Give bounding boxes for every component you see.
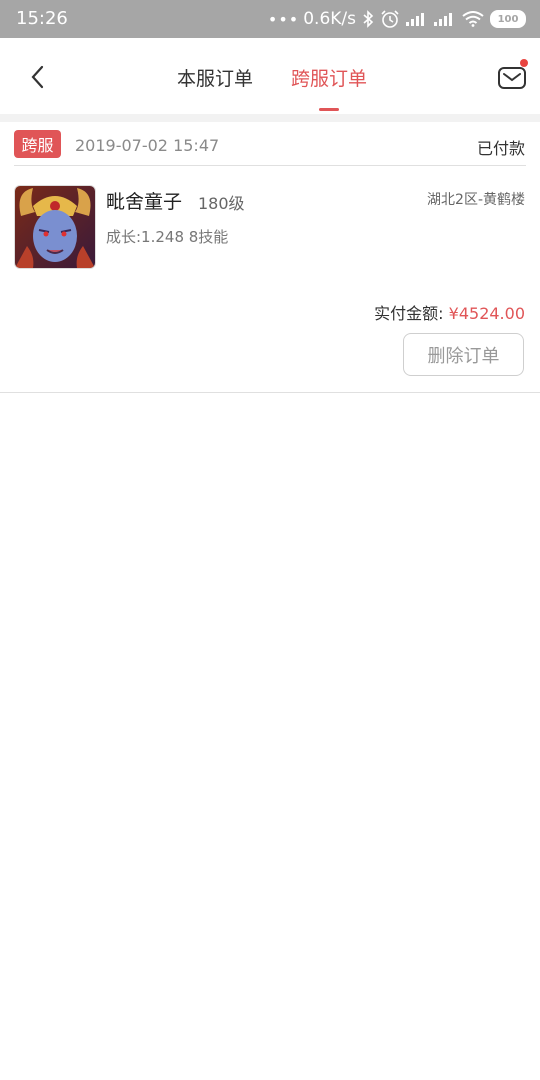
more-dots-icon: ••• xyxy=(267,9,300,29)
bluetooth-icon xyxy=(363,10,374,28)
paid-amount: ¥4524.00 xyxy=(448,304,525,323)
header-separator xyxy=(0,114,540,122)
mail-icon xyxy=(498,67,526,89)
unread-dot xyxy=(520,59,528,67)
signal-icon-2 xyxy=(434,13,452,26)
back-button[interactable] xyxy=(20,60,54,94)
signal-icon xyxy=(406,13,424,26)
message-button[interactable] xyxy=(497,63,527,93)
wifi-icon xyxy=(462,11,484,27)
chevron-left-icon xyxy=(31,65,44,89)
delete-order-button[interactable]: 删除订单 xyxy=(403,333,524,376)
character-name: 毗舍童子 xyxy=(106,191,183,213)
tab-local-orders[interactable]: 本服订单 xyxy=(177,64,253,91)
battery-icon: 100 xyxy=(490,10,526,28)
alarm-icon xyxy=(381,10,399,28)
cross-server-tag: 跨服 xyxy=(14,130,61,158)
order-divider xyxy=(14,165,526,166)
character-avatar xyxy=(14,185,96,269)
status-icons: ••• 0.6K/s 100 xyxy=(268,7,526,31)
order-status: 已付款 xyxy=(476,139,525,158)
order-card[interactable]: 跨服 2019-07-02 15:47 已付款 毗舍童子 180级 湖北2区-黄… xyxy=(0,122,540,393)
character-growth: 成长:1.248 8技能 xyxy=(106,228,229,246)
character-level: 180级 xyxy=(198,194,245,213)
paid-label: 实付金额: xyxy=(374,304,444,323)
header: 本服订单 跨服订单 xyxy=(0,38,540,114)
order-datetime: 2019-07-02 15:47 xyxy=(75,136,220,155)
server-name: 湖北2区-黄鹤楼 xyxy=(427,192,525,208)
paid-amount-row: 实付金额: ¥4524.00 xyxy=(374,300,525,324)
status-bar: 15:26 ••• 0.6K/s 100 xyxy=(0,0,540,38)
active-tab-indicator xyxy=(319,108,339,111)
tab-cross-server-orders[interactable]: 跨服订单 xyxy=(291,64,367,91)
status-time: 15:26 xyxy=(16,8,68,29)
network-speed: 0.6K/s xyxy=(303,9,356,29)
